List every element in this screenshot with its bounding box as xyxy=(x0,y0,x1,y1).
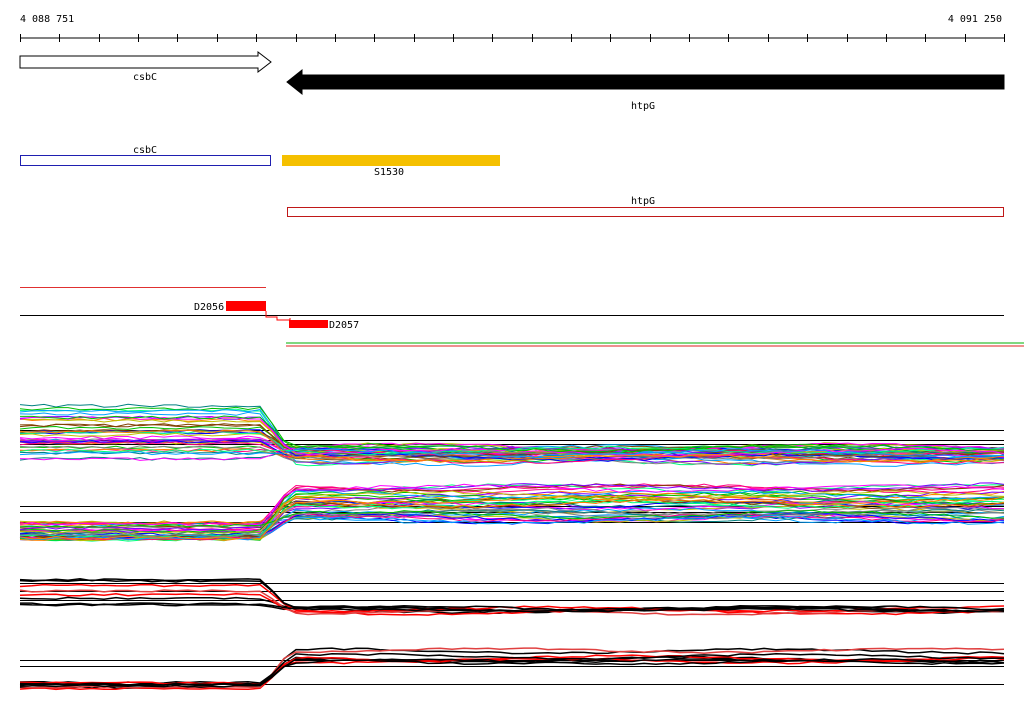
csbc-gene-label: csbC xyxy=(133,72,157,83)
s1530-feature-label: S1530 xyxy=(374,167,404,178)
expression-trace xyxy=(19,652,1005,687)
htpg-feature-box[interactable] xyxy=(287,207,1004,217)
expression-panel-4 xyxy=(19,647,1005,691)
d2056-probe-bar[interactable] xyxy=(226,301,266,311)
genome-browser-view: 4 088 751 4 091 250 csbC htpG csbC S1530… xyxy=(0,0,1024,714)
coordinate-ruler: 4 088 751 4 091 250 xyxy=(20,14,1005,42)
probe-track: D2056 D2057 xyxy=(20,287,1024,347)
ruler-start-label: 4 088 751 xyxy=(20,14,74,25)
genome-track-canvas: 4 088 751 4 091 250 csbC htpG csbC S1530… xyxy=(19,14,1024,691)
htpg-gene-label: htpG xyxy=(631,101,655,112)
expression-panel-2 xyxy=(19,482,1005,542)
d2057-probe-label: D2057 xyxy=(329,320,359,331)
d2056-probe-label: D2056 xyxy=(194,302,224,313)
feature-track: csbC S1530 htpG xyxy=(20,145,1004,217)
htpg-feature-label: htpG xyxy=(631,196,655,207)
csbc-gene-arrow[interactable] xyxy=(19,50,272,74)
csbc-feature-box[interactable] xyxy=(20,155,271,166)
expression-panel-1 xyxy=(19,403,1005,467)
ruler-end-label: 4 091 250 xyxy=(948,14,1002,25)
s1530-feature-bar[interactable] xyxy=(282,155,500,166)
csbc-feature-label: csbC xyxy=(133,145,157,156)
d2057-probe-bar[interactable] xyxy=(289,320,328,328)
htpg-gene-arrow[interactable] xyxy=(286,68,1005,96)
expression-panel-3 xyxy=(19,578,1005,616)
gene-track: csbC htpG xyxy=(19,50,1005,112)
